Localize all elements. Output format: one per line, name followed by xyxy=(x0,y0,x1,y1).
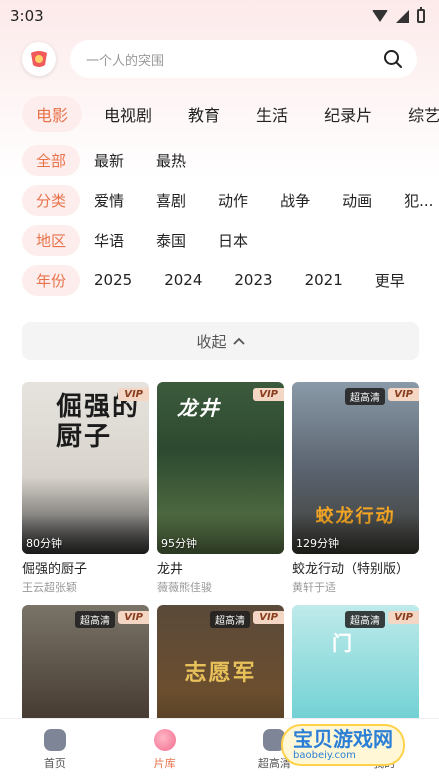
status-bar: 3:03 xyxy=(0,0,439,32)
genre-comedy[interactable]: 喜剧 xyxy=(156,190,186,211)
movie-title[interactable]: 龙井 xyxy=(157,558,284,577)
year-label: 年份 xyxy=(22,264,81,296)
hd-badge: 超高清 xyxy=(210,611,250,628)
watermark-url: baobeiy.com xyxy=(293,750,356,761)
genre-crime[interactable]: 犯... xyxy=(404,190,433,211)
poster-title-art: 倔强的厨子 xyxy=(56,392,141,452)
tab-movie[interactable]: 电影 xyxy=(22,96,83,132)
search-header: 一个人的突围 xyxy=(0,34,439,84)
chevron-up-icon xyxy=(232,337,245,345)
duration-label: 129分钟 xyxy=(296,537,339,550)
genre-animation[interactable]: 动画 xyxy=(342,190,372,211)
movie-title[interactable]: 蛟龙行动（特别版） xyxy=(292,558,419,577)
tab-variety[interactable]: 综艺 xyxy=(394,96,439,132)
collapse-button[interactable]: 收起 xyxy=(22,322,419,360)
movie-card[interactable]: 龙井 VIP 95分钟 龙井 薇薇熊佳骏 xyxy=(157,382,284,595)
vip-badge: VIP xyxy=(253,388,284,401)
vip-badge: VIP xyxy=(388,611,419,624)
region-thailand[interactable]: 泰国 xyxy=(156,230,186,251)
year-filter-row: 年份 2025 2024 2023 2021 更早 xyxy=(0,260,439,300)
nav-home[interactable]: 首页 xyxy=(0,719,110,780)
status-icons xyxy=(372,7,425,23)
region-chinese[interactable]: 华语 xyxy=(94,230,124,251)
poster-title-art: 志愿军 xyxy=(184,660,257,686)
hd-badge: 超高清 xyxy=(345,611,385,628)
collapse-label: 收起 xyxy=(196,332,227,351)
region-filter-row: 地区 华语 泰国 日本 xyxy=(0,220,439,260)
battery-icon xyxy=(417,7,425,23)
filter-latest[interactable]: 最新 xyxy=(94,150,124,171)
watermark-text: 宝贝游戏网 xyxy=(293,727,393,751)
duration-label: 80分钟 xyxy=(26,537,62,550)
nav-library-label: 片库 xyxy=(153,756,176,770)
app-logo[interactable] xyxy=(22,42,56,76)
region-label: 地区 xyxy=(22,224,81,256)
year-2021[interactable]: 2021 xyxy=(305,271,343,289)
genre-romance[interactable]: 爱情 xyxy=(94,190,124,211)
region-japan[interactable]: 日本 xyxy=(218,230,248,251)
library-icon xyxy=(153,728,176,751)
genre-action[interactable]: 动作 xyxy=(218,190,248,211)
vip-badge: VIP xyxy=(388,388,419,401)
year-2024[interactable]: 2024 xyxy=(164,271,202,289)
sort-filter-row: 全部 最新 最热 xyxy=(0,140,439,180)
nav-home-label: 首页 xyxy=(43,756,66,770)
movie-card[interactable]: 倔强的厨子 VIP 80分钟 倔强的厨子 王云超张颖 xyxy=(22,382,149,595)
logo-icon xyxy=(31,51,47,67)
movie-cast: 薇薇熊佳骏 xyxy=(157,581,212,594)
year-2025[interactable]: 2025 xyxy=(94,271,132,289)
movie-poster[interactable]: 倔强的厨子 VIP 80分钟 xyxy=(22,382,149,554)
duration-label: 95分钟 xyxy=(161,537,197,550)
movie-cast: 王云超张颖 xyxy=(22,581,77,594)
filter-hottest[interactable]: 最热 xyxy=(156,150,186,171)
home-icon xyxy=(43,728,66,751)
watermark-logo: 宝贝游戏网 baobeiy.com xyxy=(283,726,403,764)
movie-title[interactable]: 倔强的厨子 xyxy=(22,558,149,577)
status-time: 3:03 xyxy=(10,7,44,25)
movie-cast: 黄轩于适 xyxy=(292,581,336,594)
year-2023[interactable]: 2023 xyxy=(234,271,272,289)
genre-war[interactable]: 战争 xyxy=(280,190,310,211)
vip-badge: VIP xyxy=(253,611,284,624)
category-tabs: 电影 电视剧 教育 生活 纪录片 综艺 xyxy=(0,94,439,134)
vip-badge: VIP xyxy=(118,611,149,624)
search-icon[interactable] xyxy=(383,49,403,69)
movie-card[interactable]: 蛟龙行动 超高清 VIP 129分钟 蛟龙行动（特别版） 黄轩于适 xyxy=(292,382,419,595)
tab-tv-series[interactable]: 电视剧 xyxy=(90,96,166,132)
search-input[interactable]: 一个人的突围 xyxy=(70,40,417,78)
hd-badge: 超高清 xyxy=(75,611,115,628)
nav-library[interactable]: 片库 xyxy=(110,719,220,780)
poster-title-art: 门 xyxy=(332,631,354,655)
signal-icon xyxy=(396,9,409,23)
genre-label: 分类 xyxy=(22,184,81,216)
wifi-icon xyxy=(372,10,388,22)
search-placeholder: 一个人的突围 xyxy=(86,53,165,69)
movie-poster[interactable]: 蛟龙行动 超高清 VIP 129分钟 xyxy=(292,382,419,554)
tab-documentary[interactable]: 纪录片 xyxy=(310,96,386,132)
tab-life[interactable]: 生活 xyxy=(242,96,302,132)
year-earlier[interactable]: 更早 xyxy=(375,270,405,291)
movie-grid: 倔强的厨子 VIP 80分钟 倔强的厨子 王云超张颖 龙井 VIP 95分钟 龙… xyxy=(0,360,439,777)
movie-poster[interactable]: 龙井 VIP 95分钟 xyxy=(157,382,284,554)
filter-all[interactable]: 全部 xyxy=(22,144,81,176)
hd-badge: 超高清 xyxy=(345,388,385,405)
tab-education[interactable]: 教育 xyxy=(174,96,234,132)
filter-panel: 全部 最新 最热 分类 爱情 喜剧 动作 战争 动画 犯... 地区 华语 泰国… xyxy=(0,140,439,300)
genre-filter-row: 分类 爱情 喜剧 动作 战争 动画 犯... xyxy=(0,180,439,220)
vip-badge: VIP xyxy=(118,388,149,401)
